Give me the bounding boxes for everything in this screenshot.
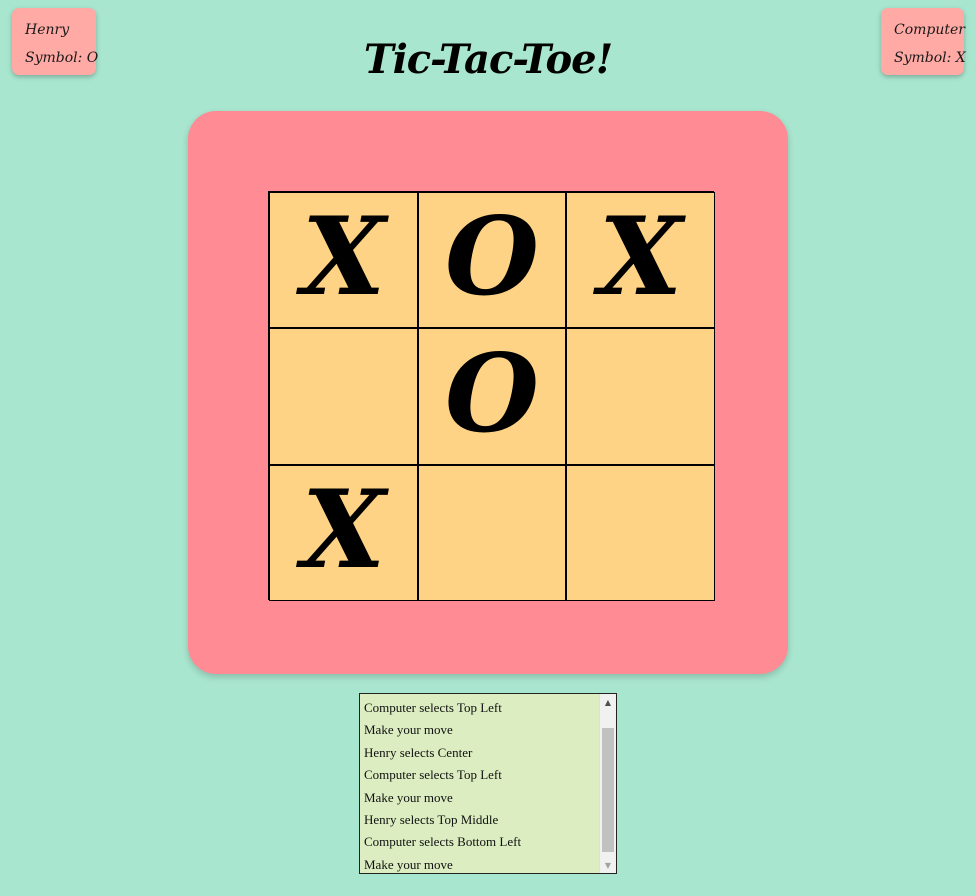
scroll-up-arrow-icon[interactable]: ▲ <box>600 694 616 710</box>
cell-bottom-middle[interactable] <box>418 465 566 601</box>
scroll-down-arrow-icon[interactable]: ▼ <box>600 857 616 873</box>
scroll-thumb[interactable] <box>602 728 614 852</box>
log-item: Make your move <box>364 856 453 872</box>
log-item: Computer selects Top Left <box>364 767 502 783</box>
cell-center[interactable]: O <box>418 328 566 465</box>
log-item: Computer selects Top Left <box>364 700 502 715</box>
cell-middle-right[interactable] <box>566 328 715 465</box>
log-item: Make your move <box>364 722 453 738</box>
cell-top-middle[interactable]: O <box>418 192 566 328</box>
cell-bottom-left[interactable]: X <box>269 465 418 601</box>
log-item: Make your move <box>364 789 453 805</box>
cell-top-right[interactable]: X <box>566 192 715 328</box>
move-log[interactable]: Computer selects Top Left Make your move… <box>359 693 617 874</box>
log-item: Henry selects Center <box>364 744 473 760</box>
log-scrollbar[interactable]: ▲ ▼ <box>599 694 616 873</box>
cell-middle-left[interactable] <box>269 328 418 465</box>
move-log-list: Computer selects Top Left Make your move… <box>360 694 599 873</box>
game-board: X O X O X <box>268 191 715 601</box>
log-item: Henry selects Top Middle <box>364 812 499 828</box>
cell-top-left[interactable]: X <box>269 192 418 328</box>
cell-bottom-right[interactable] <box>566 465 715 601</box>
page-title: Tic-Tac-Toe! <box>363 36 613 83</box>
log-item: Computer selects Bottom Left <box>364 834 522 850</box>
